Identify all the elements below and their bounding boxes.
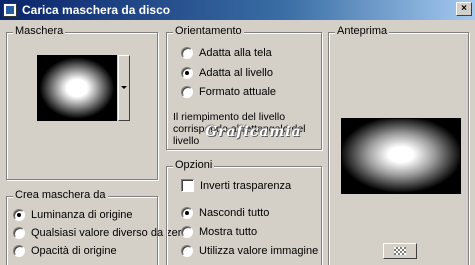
close-button[interactable]: ×	[456, 2, 472, 16]
radio-label: Utilizza valore immagine	[199, 245, 319, 257]
orientamento-label: Orientamento	[173, 25, 244, 37]
radio-button[interactable]	[181, 245, 193, 257]
radio-button[interactable]	[181, 226, 193, 238]
radio-mostra-tutto[interactable]: Mostra tutto	[181, 226, 257, 238]
zoom-preview-button[interactable]	[383, 243, 417, 259]
mask-dropdown-button[interactable]	[118, 55, 130, 121]
checkbox-inverti-trasparenza[interactable]: Inverti trasparenza	[181, 179, 291, 192]
radio-label: Adatta al livello	[199, 67, 273, 79]
radio-label: Formato attuale	[199, 86, 277, 98]
radio-label: Mostra tutto	[199, 226, 258, 238]
mask-thumbnail[interactable]	[37, 55, 117, 121]
window-title: Carica maschera da disco	[22, 3, 171, 17]
radio-button[interactable]	[13, 227, 25, 239]
radio-nascondi-tutto[interactable]: Nascondi tutto	[181, 207, 269, 219]
radio-adatta-livello[interactable]: Adatta al livello	[181, 67, 273, 79]
radio-label: Nascondi tutto	[199, 207, 270, 219]
radio-label: Luminanza di origine	[31, 209, 133, 221]
radio-label: Qualsiasi valore diverso da zero	[31, 227, 188, 239]
radio-luminanza[interactable]: Luminanza di origine	[13, 209, 133, 221]
radio-button[interactable]	[181, 86, 193, 98]
radio-adatta-tela[interactable]: Adatta alla tela	[181, 47, 272, 59]
app-icon	[3, 3, 17, 17]
anteprima-group: Anteprima	[328, 25, 469, 265]
radio-button[interactable]	[13, 209, 25, 221]
anteprima-label: Anteprima	[335, 25, 390, 37]
maschera-label: Maschera	[13, 25, 66, 37]
checkbox[interactable]	[181, 179, 194, 192]
preview-image	[341, 118, 461, 194]
opzioni-label: Opzioni	[173, 159, 215, 171]
radio-qualsiasi-valore[interactable]: Qualsiasi valore diverso da zero	[13, 227, 188, 239]
crea-maschera-label: Crea maschera da	[13, 189, 108, 201]
radio-opacita[interactable]: Opacità di origine	[13, 245, 117, 257]
opzioni-group: Opzioni Inverti trasparenza Nascondi tut…	[166, 159, 322, 265]
radio-button[interactable]	[181, 67, 193, 79]
radio-label: Opacità di origine	[31, 245, 117, 257]
checkbox-label: Inverti trasparenza	[200, 179, 292, 192]
radio-button[interactable]	[181, 47, 193, 59]
title-bar: Carica maschera da disco ×	[0, 0, 475, 20]
watermark-logo: Graficamia	[205, 124, 302, 140]
radio-button[interactable]	[13, 245, 25, 257]
maschera-group: Maschera	[6, 25, 158, 180]
radio-label: Adatta alla tela	[199, 47, 272, 59]
radio-button[interactable]	[181, 207, 193, 219]
radio-utilizza-valore[interactable]: Utilizza valore immagine	[181, 245, 318, 257]
crea-maschera-group: Crea maschera da Luminanza di origine Qu…	[6, 189, 188, 265]
radio-formato-attuale[interactable]: Formato attuale	[181, 86, 276, 98]
